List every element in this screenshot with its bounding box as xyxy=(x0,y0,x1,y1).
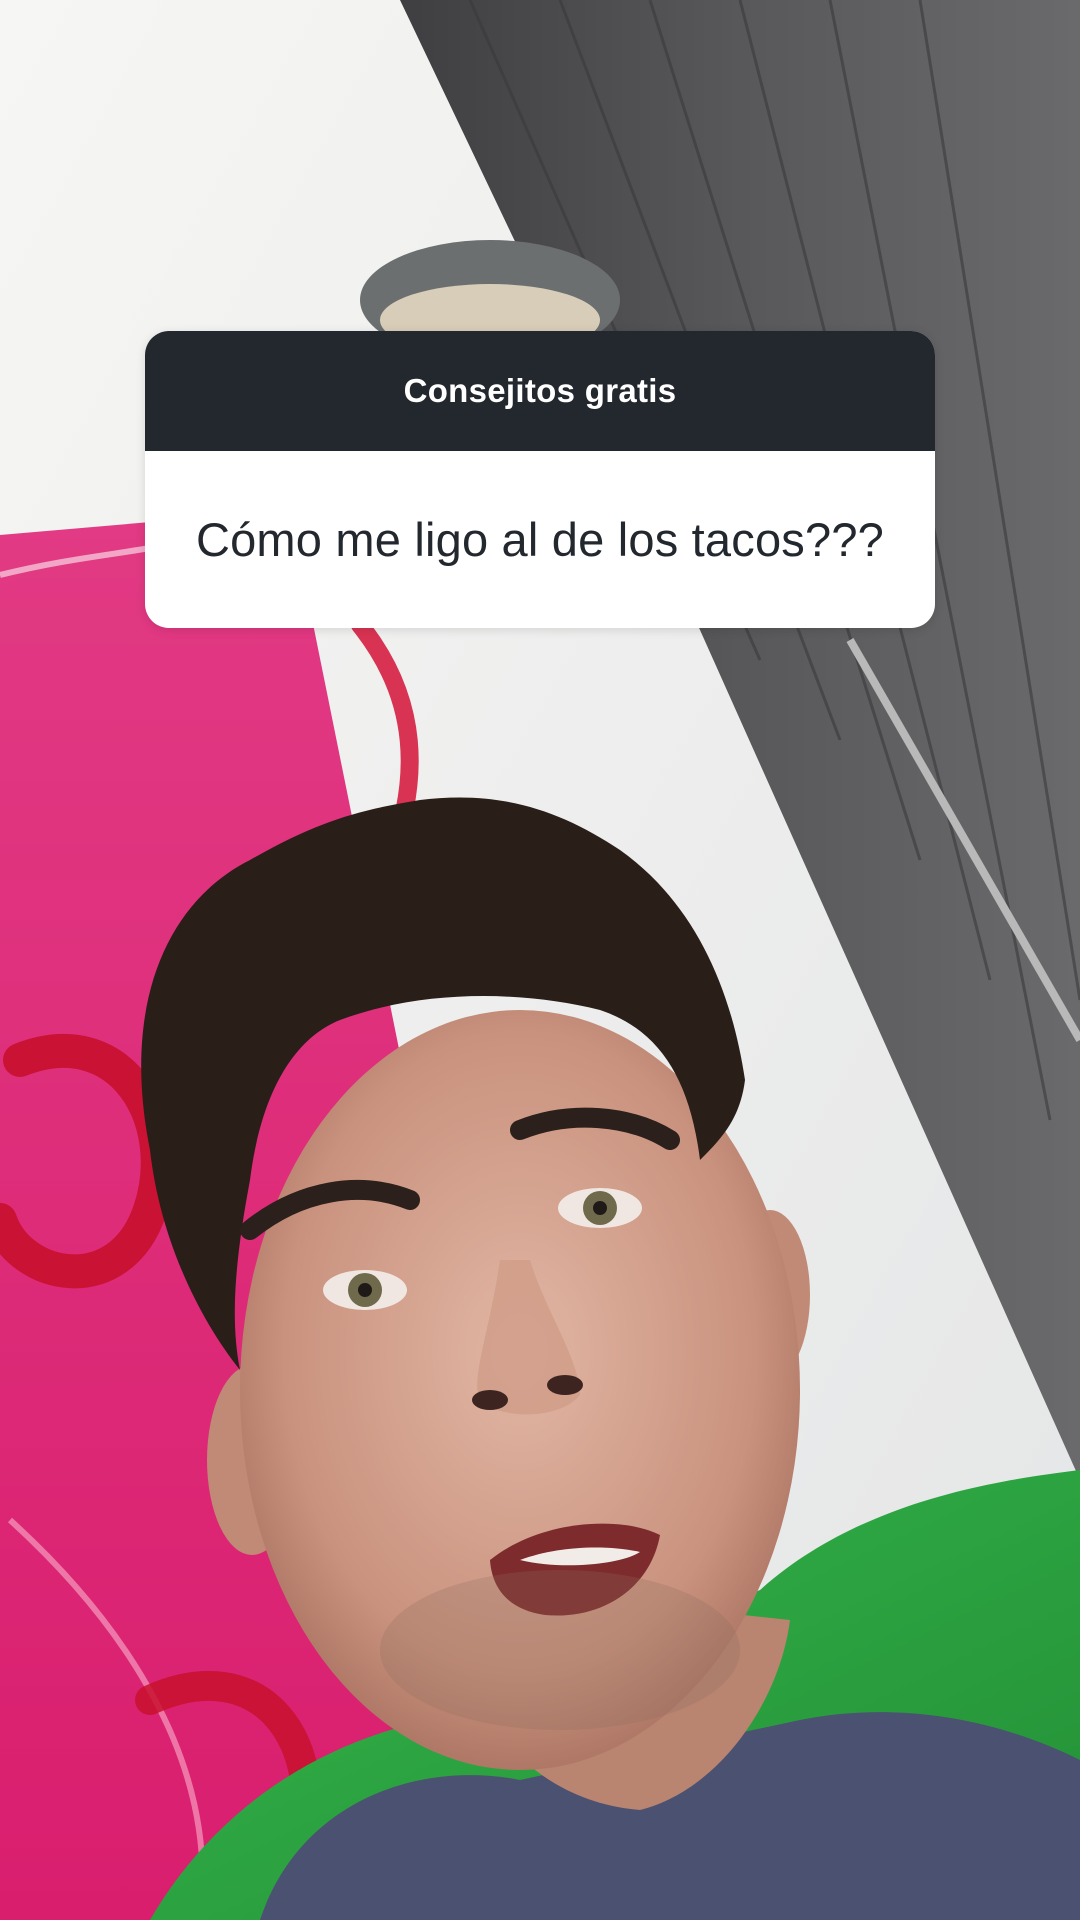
question-sticker-title: Consejitos gratis xyxy=(403,372,677,409)
question-sticker-header: Consejitos gratis xyxy=(145,331,935,451)
question-sticker[interactable]: Consejitos gratis Cómo me ligo al de los… xyxy=(145,331,935,628)
question-text: Cómo me ligo al de los tacos??? xyxy=(195,513,885,566)
story-viewer[interactable]: Consejitos gratis Cómo me ligo al de los… xyxy=(0,0,1080,1920)
selfie-video-frame xyxy=(0,0,1080,1920)
question-sticker-body: Cómo me ligo al de los tacos??? xyxy=(145,451,935,628)
